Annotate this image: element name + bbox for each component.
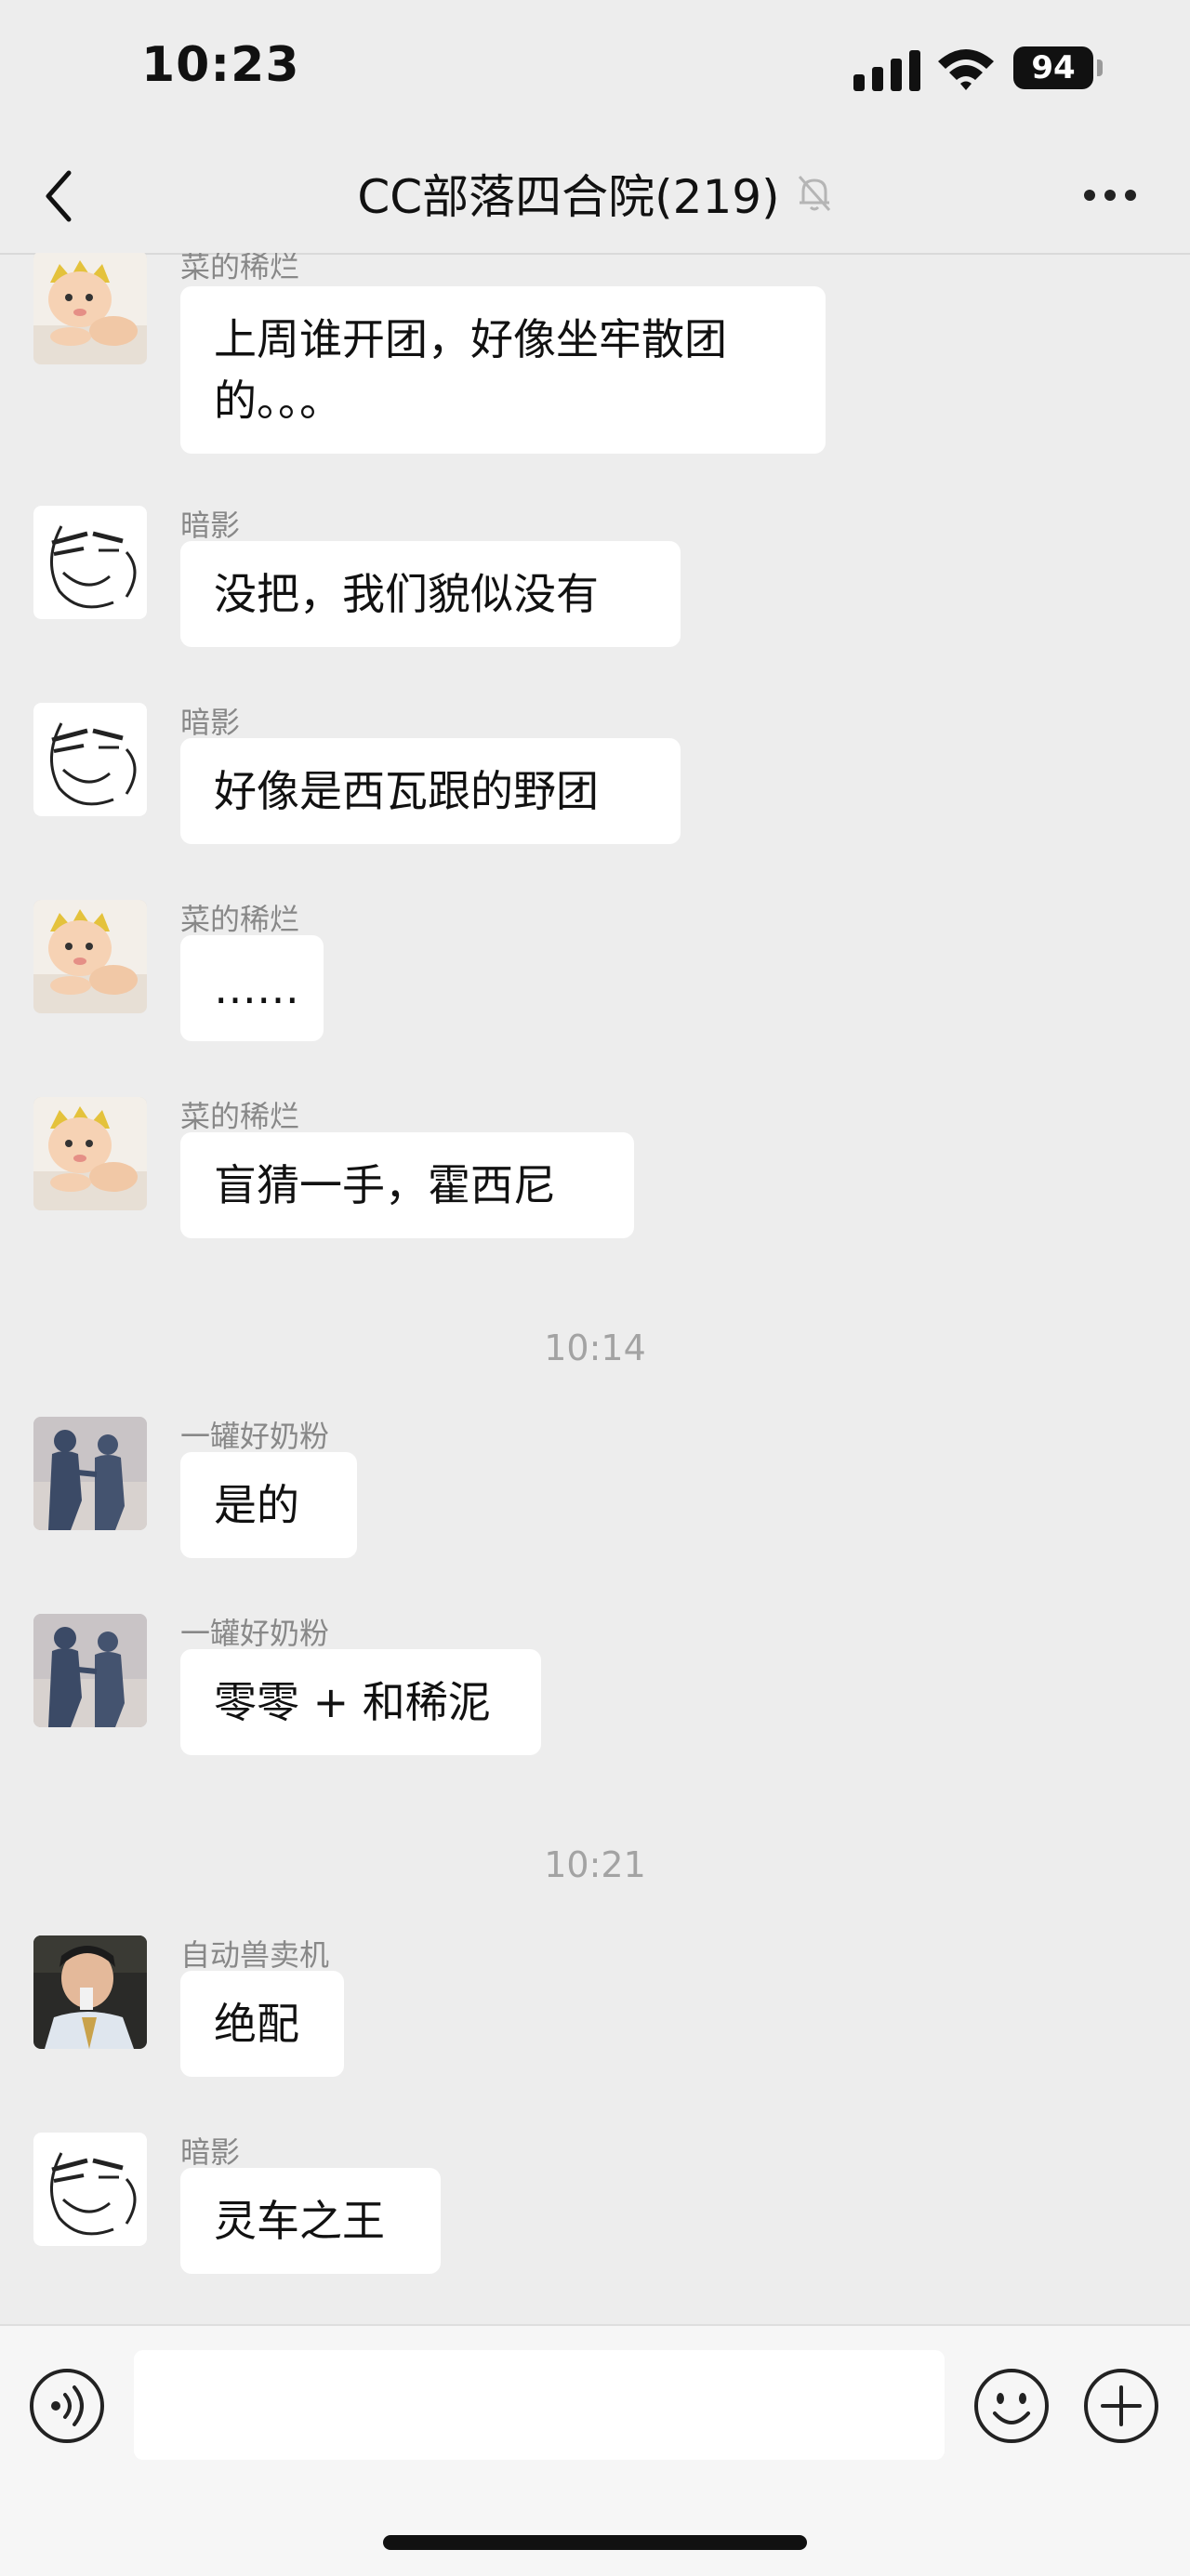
avatar[interactable]: [33, 900, 147, 1013]
status-time: 10:23: [141, 37, 300, 93]
avatar[interactable]: [33, 506, 147, 619]
avatar[interactable]: [33, 253, 147, 364]
battery-icon: 94: [1013, 46, 1093, 89]
avatar[interactable]: [33, 1935, 147, 2049]
cellular-signal-icon: [853, 48, 920, 91]
message-bubble[interactable]: 绝配: [180, 1971, 344, 2077]
voice-icon[interactable]: [28, 2367, 106, 2445]
chat-header: CC部落四合院(219): [0, 139, 1190, 255]
message-input[interactable]: [134, 2350, 945, 2460]
sender-name: 自动兽卖机: [180, 1937, 330, 1973]
sender-name: 菜的稀烂: [180, 1099, 300, 1134]
home-indicator: [383, 2535, 807, 2550]
message-bubble[interactable]: 好像是西瓦跟的野团: [180, 738, 681, 844]
message-bubble[interactable]: 没把，我们貌似没有: [180, 541, 681, 647]
sender-name: 一罐好奶粉: [180, 1419, 330, 1454]
time-divider: 10:14: [544, 1328, 646, 1368]
message-list[interactable]: 菜的稀烂 上周谁开团，好像坐牢散团的。。。 暗影 没把，我们貌似没有 暗影 好像…: [0, 253, 1190, 2324]
message-bubble[interactable]: 是的: [180, 1452, 357, 1558]
message-bubble[interactable]: 零零 + 和稀泥: [180, 1649, 541, 1755]
message-bubble[interactable]: ……: [180, 935, 324, 1041]
more-dots-icon[interactable]: [1084, 188, 1140, 203]
emoji-icon[interactable]: [972, 2367, 1051, 2445]
avatar[interactable]: [33, 1097, 147, 1210]
sender-name: 一罐好奶粉: [180, 1616, 330, 1651]
avatar[interactable]: [33, 2133, 147, 2246]
time-divider: 10:21: [544, 1844, 646, 1885]
sender-name: 菜的稀烂: [180, 902, 300, 937]
wifi-icon: [938, 49, 994, 90]
message-bubble[interactable]: 灵车之王: [180, 2168, 441, 2274]
message-bubble[interactable]: 上周谁开团，好像坐牢散团的。。。: [180, 286, 826, 454]
chat-title[interactable]: CC部落四合院(219): [357, 160, 779, 227]
sender-name: 菜的稀烂: [180, 253, 300, 284]
title-area: CC部落四合院(219): [0, 160, 1190, 227]
battery-tip: [1097, 59, 1103, 76]
avatar[interactable]: [33, 1614, 147, 1727]
status-bar: 10:23 94: [0, 0, 1190, 139]
sender-name: 暗影: [180, 705, 241, 740]
plus-icon[interactable]: [1082, 2367, 1160, 2445]
sender-name: 暗影: [180, 508, 241, 543]
sender-name: 暗影: [180, 2134, 241, 2170]
bell-muted-icon: [798, 176, 830, 211]
avatar[interactable]: [33, 703, 147, 816]
avatar[interactable]: [33, 1417, 147, 1530]
message-bubble[interactable]: 盲猜一手，霍西尼: [180, 1132, 634, 1238]
